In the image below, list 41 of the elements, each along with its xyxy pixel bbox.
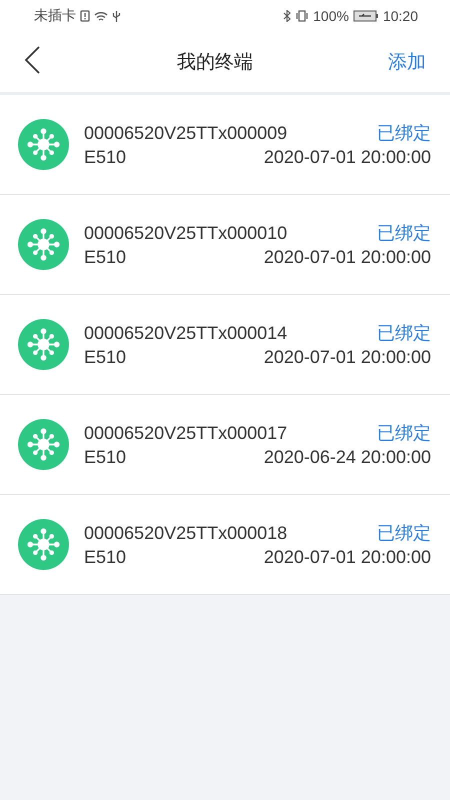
device-serial: 00006520V25TTx000010: [84, 223, 288, 244]
bind-status: 已绑定: [377, 122, 431, 145]
device-row[interactable]: 00006520V25TTx000018 已绑定 E510 2020-07-01 20:00:00: [0, 495, 450, 595]
network-hub-icon: [18, 419, 69, 470]
device-model: E510: [84, 447, 126, 468]
device-row[interactable]: 00006520V25TTx000009 已绑定 E510 2020-07-01 20:00:00: [0, 95, 450, 195]
bind-date: 2020-06-24 20:00:00: [264, 447, 431, 468]
device-serial: 00006520V25TTx000014: [84, 323, 288, 344]
bind-date: 2020-07-01 20:00:00: [264, 147, 431, 168]
usb-icon: [112, 10, 121, 22]
page-title: 我的终端: [176, 51, 254, 75]
device-model: E510: [84, 247, 126, 268]
vibrate-icon: [295, 10, 310, 22]
battery-icon: [352, 10, 379, 22]
bluetooth-icon: [283, 10, 292, 22]
network-hub-icon: [18, 119, 69, 170]
bind-status: 已绑定: [377, 222, 431, 245]
bind-date: 2020-07-01 20:00:00: [264, 547, 431, 568]
add-button[interactable]: 添加: [388, 49, 426, 75]
device-model: E510: [84, 147, 126, 168]
network-hub-icon: [18, 519, 69, 570]
wifi-icon: [94, 10, 108, 22]
device-row[interactable]: 00006520V25TTx000014 已绑定 E510 2020-07-01 20:00:00: [0, 295, 450, 395]
device-row[interactable]: 00006520V25TTx000017 已绑定 E510 2020-06-24 20:00:00: [0, 395, 450, 495]
bind-status: 已绑定: [377, 522, 431, 545]
bind-date: 2020-07-01 20:00:00: [264, 347, 431, 368]
network-hub-icon: [18, 219, 69, 270]
device-serial: 00006520V25TTx000009: [84, 123, 288, 144]
sim-alert-icon: [80, 10, 90, 22]
device-row[interactable]: 00006520V25TTx000010 已绑定 E510 2020-07-01 20:00:00: [0, 195, 450, 295]
bind-date: 2020-07-01 20:00:00: [264, 247, 431, 268]
battery-percent: 100%: [313, 8, 349, 24]
device-serial: 00006520V25TTx000018: [84, 523, 288, 544]
device-serial: 00006520V25TTx000017: [84, 423, 288, 444]
device-model: E510: [84, 347, 126, 368]
bind-status: 已绑定: [377, 322, 431, 345]
clock-time: 10:20: [382, 8, 418, 24]
bind-status: 已绑定: [377, 422, 431, 445]
network-hub-icon: [18, 319, 69, 370]
device-model: E510: [84, 547, 126, 568]
carrier-text: 未插卡: [34, 7, 76, 25]
